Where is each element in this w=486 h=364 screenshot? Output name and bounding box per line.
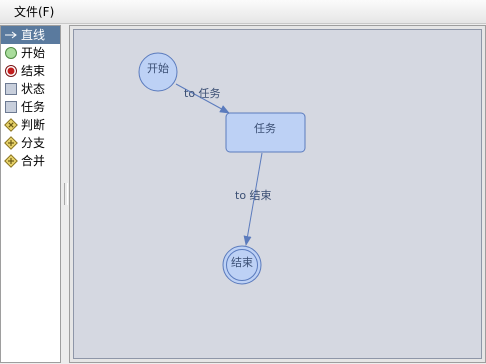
decision-node-icon: [4, 118, 18, 132]
palette-item-line[interactable]: 直线: [1, 26, 60, 44]
palette-item-end[interactable]: 结束: [1, 62, 60, 80]
line-arrow-icon: [5, 31, 17, 39]
palette-item-label: 合并: [21, 154, 46, 168]
palette-item-state[interactable]: 状态: [1, 80, 60, 98]
edge-label-start-to-task: to 任务: [184, 87, 221, 100]
palette-item-label: 直线: [21, 28, 46, 42]
palette-item-label: 分支: [21, 136, 46, 150]
diagram-svg: to 任务 to 结束 开始 任务 结束: [138, 52, 306, 285]
palette-item-start[interactable]: 开始: [1, 44, 60, 62]
join-node-icon: [4, 154, 18, 168]
menu-file[interactable]: 文件(F): [8, 4, 60, 20]
end-node-label: 结束: [231, 256, 253, 269]
start-node[interactable]: 开始: [138, 52, 178, 92]
drag-grip-icon[interactable]: [64, 183, 68, 205]
end-node-icon: [5, 65, 17, 77]
menu-bar: 文件(F): [0, 0, 486, 24]
task-node[interactable]: 任务: [225, 112, 306, 153]
palette-item-fork[interactable]: 分支: [1, 134, 60, 152]
palette-item-join[interactable]: 合并: [1, 152, 60, 170]
start-node-icon: [5, 47, 17, 59]
palette-item-label: 开始: [21, 46, 46, 60]
task-node-icon: [5, 101, 17, 113]
edge-label-task-to-end: to 结束: [235, 189, 272, 202]
palette-item-label: 判断: [21, 118, 46, 132]
end-node[interactable]: 结束: [222, 245, 262, 285]
palette-item-label: 结束: [21, 64, 46, 78]
palette-item-label: 状态: [21, 82, 46, 96]
palette-item-decision[interactable]: 判断: [1, 116, 60, 134]
node-palette: 直线 开始 结束 状态 任务 判断 分支 合并: [0, 25, 61, 363]
palette-item-label: 任务: [21, 100, 46, 114]
task-node-label: 任务: [254, 122, 276, 135]
diagram-canvas[interactable]: to 任务 to 结束 开始 任务 结束: [73, 29, 482, 359]
palette-item-task[interactable]: 任务: [1, 98, 60, 116]
start-node-label: 开始: [147, 61, 169, 75]
split-pane-divider[interactable]: [61, 25, 69, 363]
fork-node-icon: [4, 136, 18, 150]
state-node-icon: [5, 83, 17, 95]
